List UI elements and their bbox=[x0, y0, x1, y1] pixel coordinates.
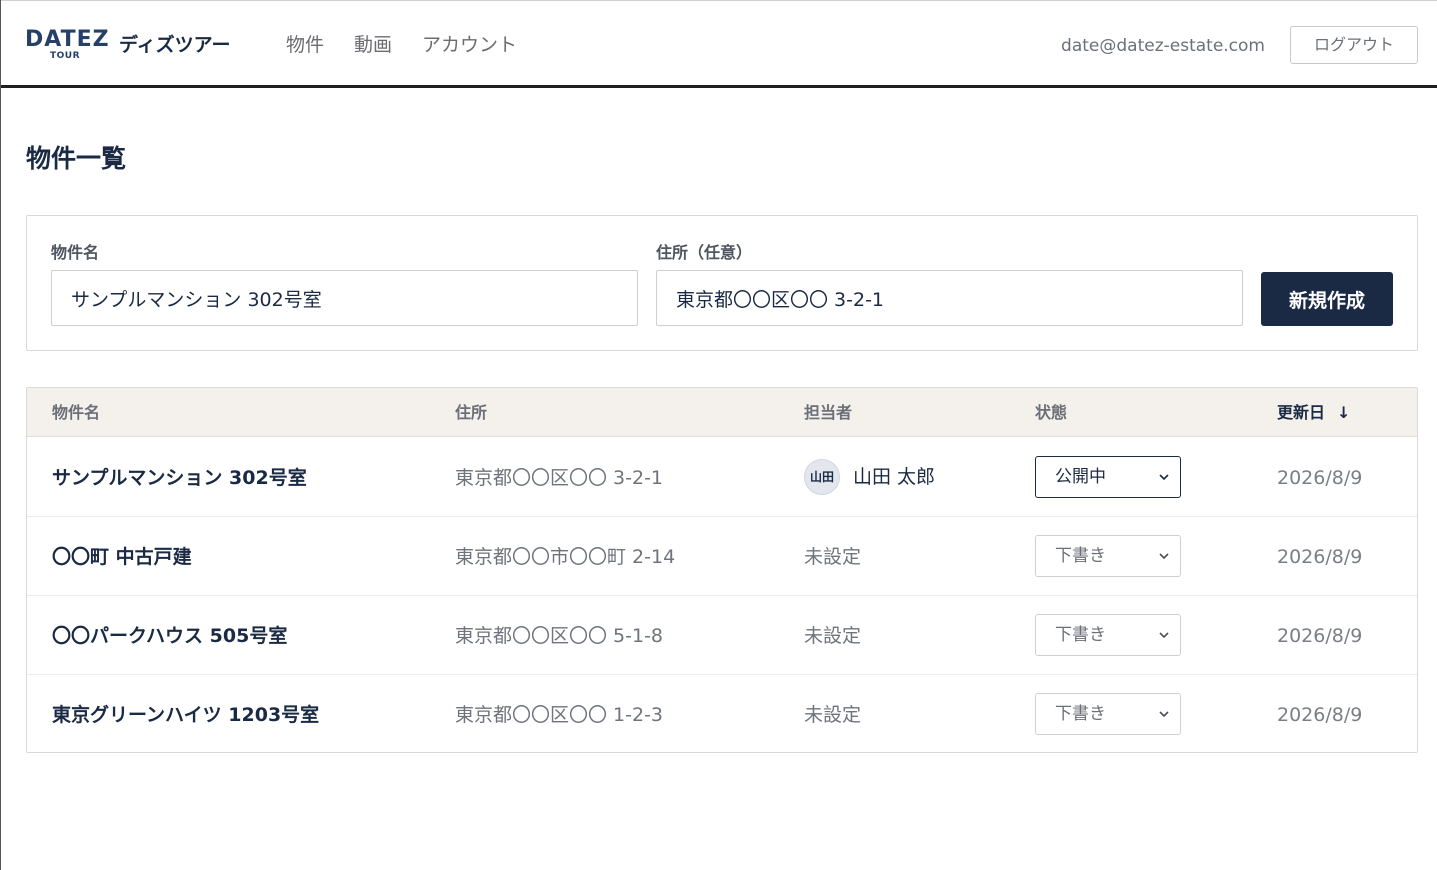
status-select[interactable]: 下書き bbox=[1035, 693, 1181, 735]
nav-item-properties[interactable]: 物件 bbox=[286, 32, 324, 58]
address-input[interactable] bbox=[656, 270, 1243, 326]
page-title: 物件一覧 bbox=[26, 144, 127, 173]
chevron-down-icon bbox=[1159, 553, 1169, 560]
row-assignee: 未設定 bbox=[804, 546, 862, 568]
row-property-name[interactable]: サンプルマンション 302号室 bbox=[52, 465, 307, 491]
create-button[interactable]: 新規作成 bbox=[1261, 272, 1393, 326]
nav-item-account[interactable]: アカウント bbox=[422, 32, 517, 58]
row-updated-date: 2026/8/9 bbox=[1277, 467, 1363, 489]
row-property-name[interactable]: 〇〇パークハウス 505号室 bbox=[52, 623, 287, 649]
address-label: 住所（任意） bbox=[656, 243, 753, 262]
property-name-input[interactable] bbox=[51, 270, 638, 326]
status-select[interactable]: 公開中 bbox=[1035, 456, 1181, 498]
status-value: 下書き bbox=[1055, 546, 1106, 566]
main-nav: 物件 動画 アカウント bbox=[286, 32, 547, 58]
row-updated-date: 2026/8/9 bbox=[1277, 625, 1363, 647]
column-header-status[interactable]: 状態 bbox=[1035, 402, 1067, 424]
table-header: 物件名 住所 担当者 状態 更新日 ↓ bbox=[27, 388, 1417, 437]
avatar: 山田 bbox=[804, 459, 840, 495]
status-value: 公開中 bbox=[1055, 467, 1106, 487]
create-property-form: 物件名 住所（任意） 新規作成 bbox=[26, 215, 1418, 351]
logout-button[interactable]: ログアウト bbox=[1290, 26, 1418, 64]
row-property-name[interactable]: 東京グリーンハイツ 1203号室 bbox=[52, 702, 319, 728]
column-header-assignee[interactable]: 担当者 bbox=[804, 402, 852, 424]
row-address: 東京都〇〇区〇〇 1-2-3 bbox=[455, 704, 664, 726]
row-updated-date: 2026/8/9 bbox=[1277, 704, 1363, 726]
chevron-down-icon bbox=[1159, 474, 1169, 481]
column-header-updated[interactable]: 更新日 ↓ bbox=[1277, 402, 1350, 424]
row-address: 東京都〇〇区〇〇 5-1-8 bbox=[455, 625, 664, 647]
column-header-name[interactable]: 物件名 bbox=[52, 402, 100, 424]
column-header-address[interactable]: 住所 bbox=[455, 402, 487, 424]
status-select[interactable]: 下書き bbox=[1035, 614, 1181, 656]
row-assignee: 山田 山田 太郎 bbox=[804, 459, 935, 495]
app-name: ディズツアー bbox=[119, 34, 231, 56]
page: DATEZ TOUR ディズツアー 物件 動画 アカウント date@datez… bbox=[0, 0, 1437, 870]
table-row[interactable]: 〇〇パークハウス 505号室 東京都〇〇区〇〇 5-1-8 未設定 下書き 20… bbox=[27, 596, 1417, 675]
user-email: date@datez-estate.com bbox=[1061, 36, 1265, 56]
property-name-label: 物件名 bbox=[51, 243, 100, 262]
assignee-name: 山田 太郎 bbox=[853, 466, 936, 488]
chevron-down-icon bbox=[1159, 632, 1169, 639]
table-row[interactable]: サンプルマンション 302号室 東京都〇〇区〇〇 3-2-1 山田 山田 太郎 … bbox=[27, 438, 1417, 517]
row-property-name[interactable]: 〇〇町 中古戸建 bbox=[52, 544, 192, 570]
datez-logo[interactable]: DATEZ TOUR bbox=[25, 27, 110, 62]
table-row[interactable]: 〇〇町 中古戸建 東京都〇〇市〇〇町 2-14 未設定 下書き 2026/8/9 bbox=[27, 517, 1417, 596]
row-assignee: 未設定 bbox=[804, 625, 862, 647]
logo-text: DATEZ bbox=[25, 27, 110, 52]
logo-subtext: TOUR bbox=[50, 51, 81, 61]
row-updated-date: 2026/8/9 bbox=[1277, 546, 1363, 568]
row-assignee: 未設定 bbox=[804, 704, 862, 726]
status-value: 下書き bbox=[1055, 625, 1106, 645]
column-header-updated-label: 更新日 bbox=[1277, 403, 1326, 422]
row-address: 東京都〇〇区〇〇 3-2-1 bbox=[455, 467, 664, 489]
status-select[interactable]: 下書き bbox=[1035, 535, 1181, 577]
chevron-down-icon bbox=[1159, 711, 1169, 718]
nav-item-videos[interactable]: 動画 bbox=[354, 32, 392, 58]
status-value: 下書き bbox=[1055, 704, 1106, 724]
property-table: 物件名 住所 担当者 状態 更新日 ↓ サンプルマンション 302号室 東京都〇〇… bbox=[26, 387, 1418, 753]
sort-arrow-down-icon[interactable]: ↓ bbox=[1337, 402, 1350, 424]
top-header: DATEZ TOUR ディズツアー 物件 動画 アカウント date@datez… bbox=[1, 0, 1437, 88]
table-row[interactable]: 東京グリーンハイツ 1203号室 東京都〇〇区〇〇 1-2-3 未設定 下書き … bbox=[27, 675, 1417, 752]
row-address: 東京都〇〇市〇〇町 2-14 bbox=[455, 546, 676, 568]
